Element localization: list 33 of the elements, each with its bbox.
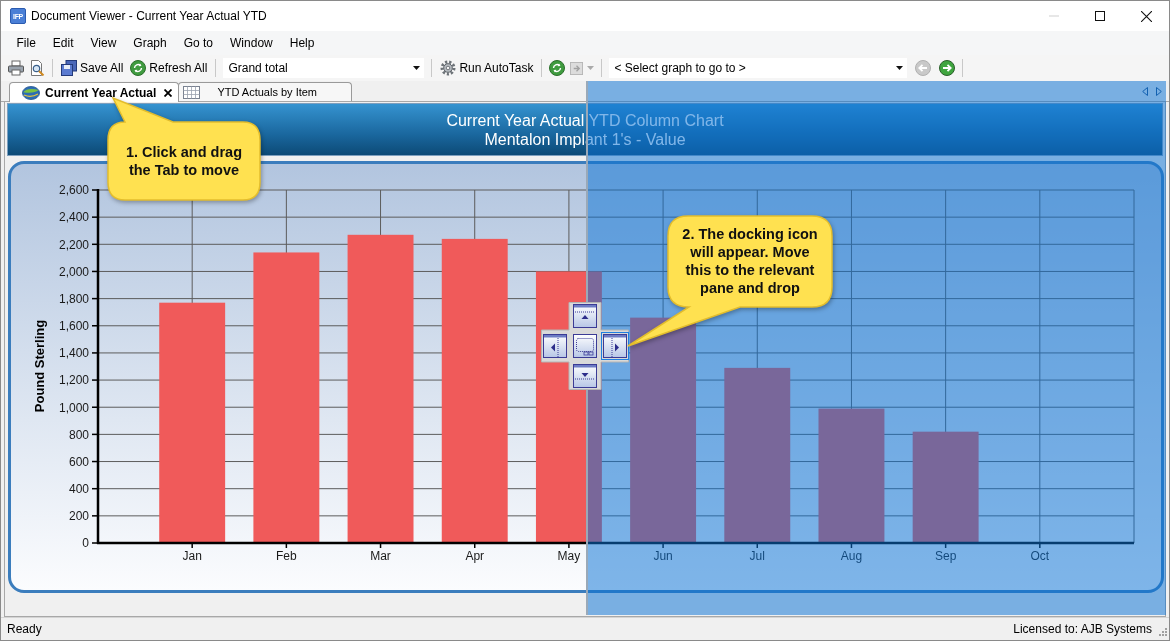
y-tick-label: 800 (68, 427, 89, 442)
x-tick-label: Jan (182, 549, 202, 563)
y-tick-label: 2,600 (58, 183, 89, 198)
y-tick-label: 1,200 (58, 373, 89, 388)
tab-label: YTD Actuals by Item (217, 86, 318, 98)
y-tick-label: 0 (82, 536, 89, 551)
y-tick-label: 400 (68, 482, 89, 496)
y-tick-label: 1,400 (58, 346, 89, 361)
y-tick-label: 2,000 (58, 264, 89, 279)
y-tick-label: 200 (68, 509, 89, 524)
y-tick-label: 1,000 (58, 400, 89, 415)
license-text: Licensed to: AJB Systems (1013, 622, 1152, 636)
x-tick-label: Jul (749, 549, 765, 563)
y-tick-label: 600 (68, 454, 89, 469)
y-tick-label: 1,800 (58, 291, 89, 306)
x-tick-label: Feb (276, 549, 297, 563)
tab-label: Current Year Actual (45, 85, 157, 100)
x-tick-label: Aug (840, 549, 863, 563)
x-tick-label: Apr (465, 549, 485, 563)
x-tick-label: Mar (370, 549, 391, 563)
x-tick-label: Sep (934, 549, 957, 563)
y-axis-title: Pound Sterling (32, 319, 47, 413)
callout-text: 1. Click and drag the Tab to move (124, 143, 243, 179)
x-tick-label: May (557, 549, 581, 563)
status-text: Ready (7, 622, 42, 636)
callout-text: 2. The docking icon will appear. Move this to the relevant pane and drop (681, 225, 819, 297)
y-tick-label: 2,200 (58, 237, 89, 252)
chart-title: Current Year Actual YTD Column Chart (446, 110, 724, 130)
y-tick-label: 2,400 (58, 210, 89, 225)
x-tick-label: Jun (653, 549, 673, 563)
y-tick-label: 1,600 (58, 319, 89, 334)
x-tick-label: Oct (1030, 549, 1050, 563)
window-title: Document Viewer - Current Year Actual YTD (31, 9, 267, 23)
